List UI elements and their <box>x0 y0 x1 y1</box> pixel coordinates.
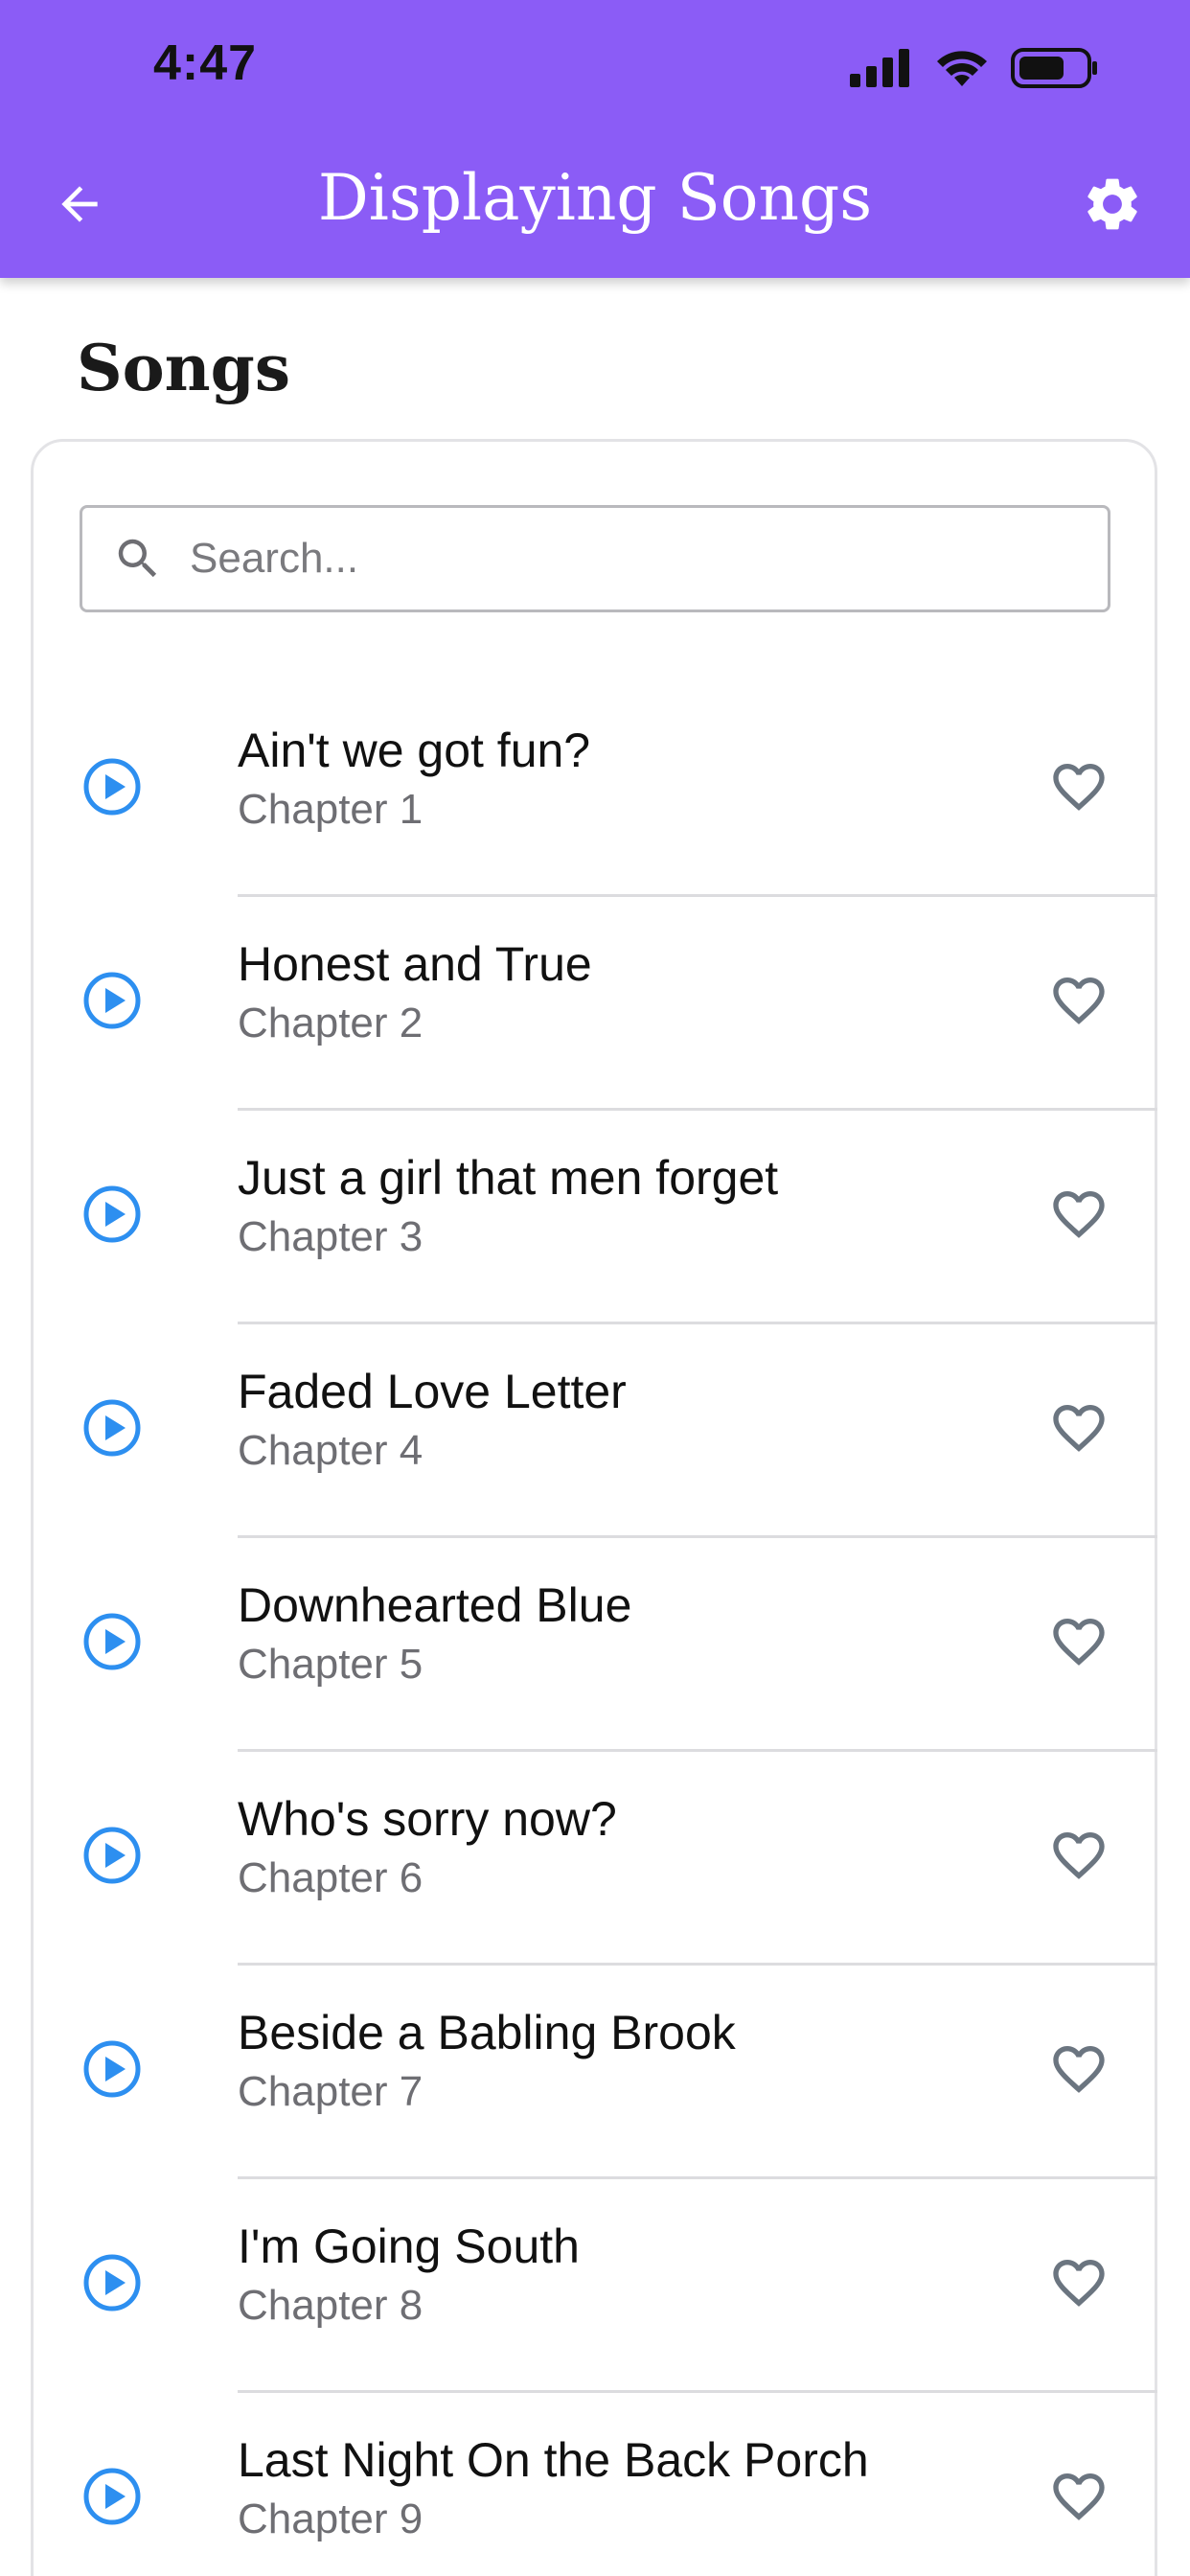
song-title: Who's sorry now? <box>238 1792 617 1846</box>
song-text: Honest and True Chapter 2 <box>238 935 592 1049</box>
list-item[interactable]: Just a girl that men forget Chapter 3 <box>34 1111 1157 1324</box>
play-circle-icon[interactable] <box>81 1397 143 1459</box>
heart-icon[interactable] <box>1048 2466 1110 2527</box>
song-title: Downhearted Blue <box>238 1578 632 1632</box>
play-circle-icon[interactable] <box>81 756 143 817</box>
song-text: Just a girl that men forget Chapter 3 <box>238 1149 778 1263</box>
heart-icon[interactable] <box>1048 2252 1110 2313</box>
song-text: Last Night On the Back Porch Chapter 9 <box>238 2431 869 2545</box>
song-text: Who's sorry now? Chapter 6 <box>238 1790 617 1904</box>
song-text: Downhearted Blue Chapter 5 <box>238 1576 631 1690</box>
section-title: Songs <box>77 331 290 405</box>
song-text: Beside a Babling Brook Chapter 7 <box>238 2004 736 2118</box>
song-title: Honest and True <box>238 937 592 991</box>
heart-icon[interactable] <box>1048 2038 1110 2100</box>
song-subtitle: Chapter 8 <box>238 2282 423 2329</box>
play-circle-icon[interactable] <box>81 1184 143 1245</box>
song-title: Ain't we got fun? <box>238 724 591 777</box>
list-item[interactable]: Faded Love Letter Chapter 4 <box>34 1324 1157 1538</box>
battery-icon <box>1011 48 1097 88</box>
app-header: 4:47 Displaying Songs <box>0 0 1190 278</box>
song-title: Last Night On the Back Porch <box>238 2433 869 2487</box>
search-box[interactable] <box>80 505 1110 612</box>
song-title: Faded Love Letter <box>238 1365 627 1418</box>
song-text: Faded Love Letter Chapter 4 <box>238 1363 627 1477</box>
song-subtitle: Chapter 7 <box>238 2068 423 2115</box>
cellular-signal-icon <box>850 49 909 87</box>
heart-icon[interactable] <box>1048 1611 1110 1672</box>
heart-icon[interactable] <box>1048 970 1110 1031</box>
song-text: Ain't we got fun? Chapter 1 <box>238 722 590 836</box>
header-title: Displaying Songs <box>317 161 873 235</box>
list-item[interactable]: Who's sorry now? Chapter 6 <box>34 1752 1157 1966</box>
settings-button[interactable] <box>1077 169 1148 240</box>
nav-bar: Displaying Songs <box>0 144 1190 259</box>
play-circle-icon[interactable] <box>81 1825 143 1886</box>
list-item[interactable]: I'm Going South Chapter 8 <box>34 2179 1157 2393</box>
status-icons <box>850 48 1099 88</box>
list-item[interactable]: Beside a Babling Brook Chapter 7 <box>34 1966 1157 2179</box>
play-circle-icon[interactable] <box>81 2038 143 2100</box>
play-circle-icon[interactable] <box>81 2466 143 2527</box>
play-circle-icon[interactable] <box>81 2252 143 2313</box>
heart-icon[interactable] <box>1048 1825 1110 1886</box>
play-circle-icon[interactable] <box>81 970 143 1031</box>
list-item[interactable]: Ain't we got fun? Chapter 1 <box>34 683 1157 897</box>
song-subtitle: Chapter 9 <box>238 2496 423 2542</box>
list-item[interactable]: Downhearted Blue Chapter 5 <box>34 1538 1157 1752</box>
heart-icon[interactable] <box>1048 1397 1110 1459</box>
wifi-icon <box>937 51 987 86</box>
song-subtitle: Chapter 1 <box>238 786 423 833</box>
heart-icon[interactable] <box>1048 1184 1110 1245</box>
song-title: Just a girl that men forget <box>238 1151 779 1205</box>
song-subtitle: Chapter 5 <box>238 1641 423 1688</box>
list-item[interactable]: Last Night On the Back Porch Chapter 9 <box>34 2393 1157 2576</box>
song-title: I'm Going South <box>238 2220 580 2273</box>
search-icon <box>109 530 167 587</box>
status-time: 4:47 <box>153 35 258 91</box>
search-input[interactable] <box>188 534 1054 584</box>
list-item[interactable]: Honest and True Chapter 2 <box>34 897 1157 1111</box>
song-title: Beside a Babling Brook <box>238 2006 736 2059</box>
song-subtitle: Chapter 3 <box>238 1213 423 1260</box>
gear-icon <box>1087 178 1137 230</box>
song-subtitle: Chapter 6 <box>238 1854 423 1901</box>
song-list: Ain't we got fun? Chapter 1 Honest and Tru… <box>34 683 1157 2576</box>
song-subtitle: Chapter 2 <box>238 1000 423 1046</box>
song-subtitle: Chapter 4 <box>238 1427 423 1474</box>
song-text: I'm Going South Chapter 8 <box>238 2218 580 2332</box>
app-screen: 4:47 Displaying Songs Songs Search... Ai… <box>0 0 1190 2576</box>
heart-icon[interactable] <box>1048 756 1110 817</box>
play-circle-icon[interactable] <box>81 1611 143 1672</box>
songs-card: Ain't we got fun? Chapter 1 Honest and Tru… <box>31 439 1157 2576</box>
